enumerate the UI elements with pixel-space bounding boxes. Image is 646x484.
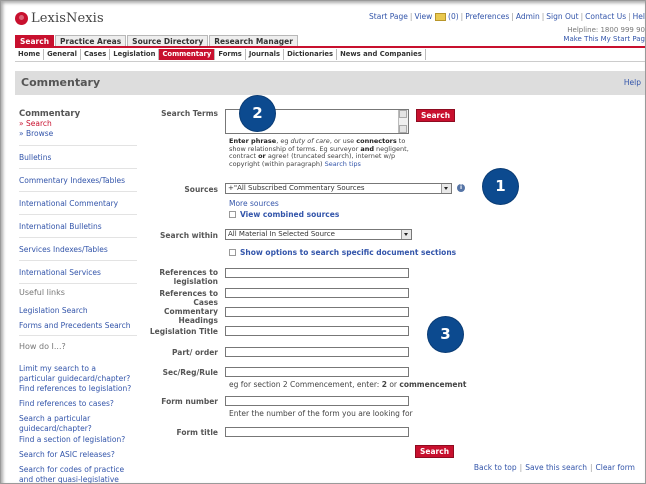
view-link[interactable]: View xyxy=(414,12,432,21)
search-tips-link[interactable]: Search tips xyxy=(325,160,361,168)
sidebar-item-services-indexes[interactable]: Services Indexes/Tables xyxy=(19,245,137,255)
part-order-input[interactable] xyxy=(225,347,409,357)
search-within-select[interactable]: All Material In Selected Source xyxy=(225,229,412,240)
sidebar-divider xyxy=(19,237,137,238)
sidebar-item-international-bulletins[interactable]: International Bulletins xyxy=(19,222,137,232)
bullet-icon xyxy=(229,210,236,218)
search-within-selected-value: All Material In Selected Source xyxy=(228,230,335,238)
sign-out-link[interactable]: Sign Out xyxy=(546,12,578,21)
sec-hint-commencement: commencement xyxy=(399,380,467,389)
howdoi-search-guidecard[interactable]: Search a particular guidecard/chapter? xyxy=(19,414,131,434)
tab-research-manager[interactable]: Research Manager xyxy=(209,35,298,46)
references-legislation-label: References to legislation xyxy=(159,268,218,286)
sidebar-divider xyxy=(19,191,137,192)
form-title-label: Form title xyxy=(176,428,219,437)
view-combined-sources-link[interactable]: View combined sources xyxy=(229,210,339,219)
footer-links: Back to top | Save this search | Clear form xyxy=(473,463,636,472)
scroll-up-icon[interactable] xyxy=(399,110,407,118)
how-do-i-heading: How do I...? xyxy=(19,342,66,351)
useful-link-legislation-search[interactable]: Legislation Search xyxy=(19,306,137,316)
form-number-label: Form number xyxy=(161,397,218,406)
back-to-top-link[interactable]: Back to top xyxy=(474,463,517,472)
info-icon[interactable]: i xyxy=(457,184,465,192)
subtab-news-companies[interactable]: News and Companies xyxy=(337,49,426,60)
useful-link-forms-precedents[interactable]: Forms and Precedents Search xyxy=(19,321,137,331)
commentary-headings-input[interactable] xyxy=(225,307,409,317)
form-number-hint: Enter the number of the form you are loo… xyxy=(229,409,413,418)
sidebar-divider xyxy=(19,335,137,336)
sec-hint-text: or xyxy=(386,380,400,389)
show-options-label: Show options to search specific document… xyxy=(240,248,457,257)
contact-us-link[interactable]: Contact Us xyxy=(585,12,626,21)
references-cases-label: References to Cases xyxy=(159,289,218,307)
sec-reg-rule-hint: eg for section 2 Commencement, enter: 2 … xyxy=(229,380,466,389)
howdoi-find-section[interactable]: Find a section of legislation? xyxy=(19,435,137,445)
sec-reg-rule-input[interactable] xyxy=(225,367,409,377)
references-cases-input[interactable] xyxy=(225,288,409,298)
sidebar-links: Bulletins Commentary Indexes/Tables Inte… xyxy=(19,1,137,483)
sidebar-divider xyxy=(19,145,137,146)
sidebar-divider xyxy=(19,214,137,215)
sources-selected-value: +"All Subscribed Commentary Sources xyxy=(228,184,365,192)
howdoi-limit-search[interactable]: Limit my search to a particular guidecar… xyxy=(19,364,131,384)
howdoi-find-cases[interactable]: Find references to cases? xyxy=(19,399,137,409)
sources-select[interactable]: +"All Subscribed Commentary Sources xyxy=(225,183,452,194)
subtab-journals[interactable]: Journals xyxy=(246,49,285,60)
show-options-link[interactable]: Show options to search specific document… xyxy=(229,248,456,257)
howdoi-asic-releases[interactable]: Search for ASIC releases? xyxy=(19,450,137,460)
sidebar-divider xyxy=(19,168,137,169)
bottom-search-button[interactable]: Search xyxy=(415,445,455,458)
more-sources-link[interactable]: More sources xyxy=(229,199,279,208)
callout-badge-3: 3 xyxy=(428,317,463,352)
chevron-down-icon xyxy=(401,230,411,239)
legislation-title-input[interactable] xyxy=(225,326,409,336)
search-terms-label: Search Terms xyxy=(161,109,218,118)
howdoi-find-legislation[interactable]: Find references to legislation? xyxy=(19,384,137,394)
commentary-headings-label: Commentary Headings xyxy=(164,307,218,325)
subtab-dictionaries[interactable]: Dictionaries xyxy=(284,49,338,60)
top-links: Start Page | View (0) | Preferences | Admin | Si… xyxy=(369,12,645,21)
help-link[interactable]: Help xyxy=(624,78,641,87)
form-title-input[interactable] xyxy=(225,427,409,437)
helpline: Helpline: 1800 999 90 xyxy=(567,26,645,34)
browser-frame: LexisNexis Start Page | View (0) | Preferenc… xyxy=(0,0,646,484)
sidebar-item-international-services[interactable]: International Services xyxy=(19,268,137,278)
admin-link[interactable]: Admin xyxy=(516,12,540,21)
subtab-forms[interactable]: Forms xyxy=(215,49,246,60)
sec-hint-text: eg for section 2 Commencement, enter: xyxy=(229,380,382,389)
form-number-input[interactable] xyxy=(225,396,409,406)
useful-links-heading: Useful links xyxy=(19,288,65,297)
bullet-icon xyxy=(229,248,236,256)
search-hint: Enter phrase, eg duty of care, or use co… xyxy=(229,137,409,168)
preferences-link[interactable]: Preferences xyxy=(465,12,509,21)
sidebar-divider xyxy=(19,260,137,261)
view-count: (0) xyxy=(448,12,459,21)
references-legislation-input[interactable] xyxy=(225,268,409,278)
sidebar-item-bulletins[interactable]: Bulletins xyxy=(19,153,137,163)
howdoi-codes-of-practice[interactable]: Search for codes of practice and other q… xyxy=(19,465,135,483)
legislation-title-label: Legislation Title xyxy=(149,327,218,336)
callout-badge-1: 1 xyxy=(483,169,518,204)
sidebar-item-commentary-indexes[interactable]: Commentary Indexes/Tables xyxy=(19,176,137,186)
view-combined-label: View combined sources xyxy=(240,210,340,219)
sec-reg-rule-label: Sec/Reg/Rule xyxy=(162,368,218,377)
callout-badge-2: 2 xyxy=(240,96,275,131)
clear-form-link[interactable]: Clear form xyxy=(596,463,636,472)
search-terms-scrollbar[interactable] xyxy=(398,110,408,133)
scroll-down-icon[interactable] xyxy=(399,125,407,133)
help-top-link[interactable]: Hel xyxy=(633,12,645,21)
make-start-page-link[interactable]: Make This My Start Pag xyxy=(563,35,645,43)
search-button[interactable]: Search xyxy=(416,109,456,122)
start-page-link[interactable]: Start Page xyxy=(369,12,408,21)
chevron-down-icon xyxy=(441,184,451,193)
search-within-label: Search within xyxy=(160,231,218,240)
sidebar-item-international-commentary[interactable]: International Commentary xyxy=(19,199,137,209)
sidebar-divider xyxy=(19,283,137,284)
save-search-link[interactable]: Save this search xyxy=(525,463,587,472)
tab-source-directory[interactable]: Source Directory xyxy=(127,35,209,46)
part-order-label: Part/ order xyxy=(172,348,218,357)
folder-icon xyxy=(434,13,446,21)
subtab-commentary[interactable]: Commentary xyxy=(159,49,216,60)
sources-label: Sources xyxy=(184,185,218,194)
